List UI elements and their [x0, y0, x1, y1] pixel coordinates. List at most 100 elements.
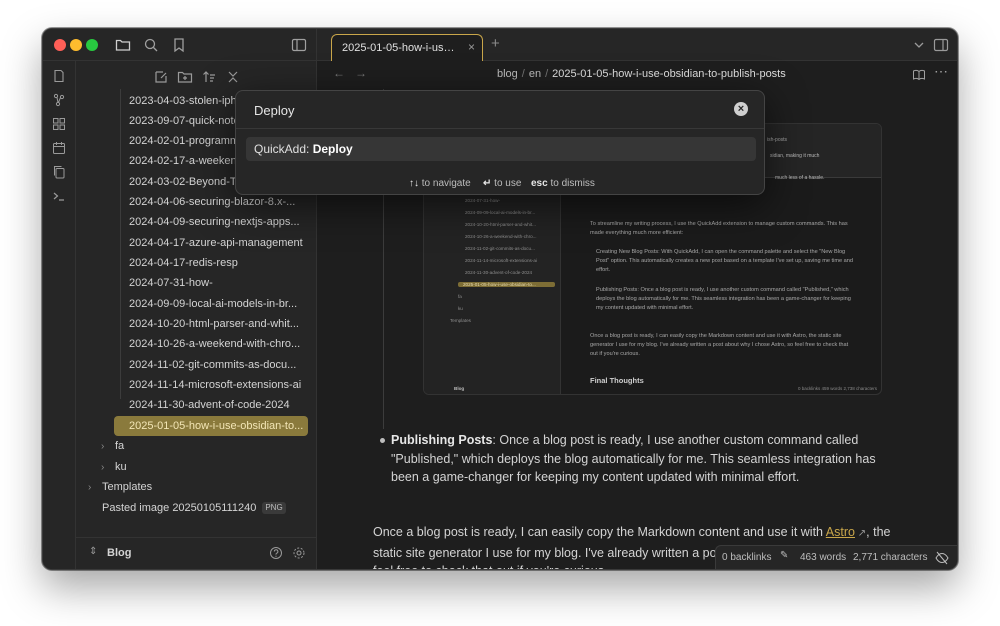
embed-file-active: 2025-01-05-how-i-use-obsidian-to...	[458, 282, 555, 287]
attachment-label: Pasted image 20250105111240	[102, 502, 257, 514]
breadcrumb: blog / en/2025-01-05-how-i-use-obsidian-to…	[497, 68, 786, 80]
embed-tab-label: ish-posts	[767, 137, 788, 143]
files-icon[interactable]	[52, 69, 66, 83]
sidebar-toggle-icon[interactable]	[291, 37, 307, 53]
folder-label: ku	[115, 461, 127, 473]
command-result-quickadd-deploy[interactable]: QuickAdd: Deploy	[246, 137, 756, 161]
file-item[interactable]: 2024-11-14-microsoft-extensions-ai	[129, 375, 309, 395]
edit-pencil-icon[interactable]: ✎	[780, 550, 788, 561]
embed-folder: fa	[458, 294, 462, 299]
maximize-window-button[interactable]	[86, 39, 98, 51]
graph-icon[interactable]	[52, 93, 66, 107]
chevron-right-icon: ›	[88, 482, 92, 493]
reading-view-icon[interactable]	[912, 68, 926, 82]
breadcrumb-en[interactable]: en	[529, 68, 541, 80]
copy-icon[interactable]	[52, 165, 66, 179]
clear-search-icon[interactable]: ×	[734, 102, 748, 116]
ribbon	[43, 61, 76, 569]
grid-icon[interactable]	[52, 117, 66, 131]
sort-icon[interactable]	[201, 69, 217, 85]
file-item[interactable]: 2024-04-09-securing-nextjs-apps...	[129, 212, 309, 232]
chevron-down-icon[interactable]	[911, 37, 927, 53]
embed-paragraph: Once a blog post is ready, I can easily …	[590, 333, 849, 357]
help-text: to use	[494, 178, 522, 189]
astro-link[interactable]: Astro	[826, 525, 855, 539]
paragraph-text: Once a blog post is ready, I can easily …	[373, 525, 826, 539]
word-count: 463 words	[800, 552, 847, 563]
new-tab-button[interactable]: +	[491, 35, 500, 52]
embed-file: 2024-09-09-local-ai-models-in-br...	[465, 210, 536, 215]
embed-text-line: much less of a hassle.	[775, 175, 825, 181]
command-search-input[interactable]	[246, 97, 756, 123]
embed-bullet: Creating New Blog Posts: With QuickAdd, …	[596, 249, 853, 273]
tree-guide-line	[120, 89, 121, 399]
tab-active-note[interactable]: 2025-01-05-how-i-use-... ×	[331, 34, 483, 61]
file-item[interactable]: 2024-07-31-how-	[129, 273, 309, 293]
tab-close-icon[interactable]: ×	[468, 40, 475, 54]
minimize-window-button[interactable]	[70, 39, 82, 51]
right-sidebar-toggle-icon[interactable]	[933, 37, 949, 53]
embed-file: 2024-11-30-advent-of-code-2024	[465, 270, 533, 275]
new-folder-icon[interactable]	[177, 69, 193, 85]
file-item[interactable]: 2024-04-17-azure-api-management	[129, 233, 309, 253]
embed-file: 2024-10-20-html-parser-and-whit...	[465, 222, 536, 227]
new-note-icon[interactable]	[153, 69, 169, 85]
close-window-button[interactable]	[54, 39, 66, 51]
tab-bar: 2025-01-05-how-i-use-... × +	[317, 29, 957, 61]
folder-label: Templates	[102, 481, 153, 493]
back-arrow-icon[interactable]: ←	[333, 66, 345, 80]
enter-key-icon: ↵	[483, 178, 492, 189]
sidebar-titlebar	[43, 29, 317, 61]
folder-icon[interactable]	[115, 37, 131, 53]
help-icon[interactable]	[269, 546, 283, 560]
help-navigate: ↑↓ to navigate	[409, 178, 471, 189]
backlinks-count[interactable]: 0 backlinks	[722, 552, 771, 563]
breadcrumb-separator: /	[545, 68, 549, 80]
embed-file: 2024-07-31-how-	[465, 198, 500, 203]
attachment-item[interactable]: Pasted image 20250105111240 PNG	[102, 498, 286, 518]
file-item[interactable]: 2024-10-20-html-parser-and-whit...	[129, 314, 309, 334]
terminal-icon[interactable]	[52, 189, 66, 203]
folder-ku[interactable]: › ku	[101, 457, 127, 477]
bookmark-icon[interactable]	[171, 37, 187, 53]
file-item-active[interactable]: 2025-01-05-how-i-use-obsidian-to...	[114, 416, 308, 436]
breadcrumb-separator: /	[521, 68, 525, 80]
calendar-icon[interactable]	[52, 141, 66, 155]
embed-intro: To streamline my writing process, I use …	[590, 221, 848, 236]
file-item[interactable]: 2024-11-02-git-commits-as-docu...	[129, 355, 309, 375]
embed-vault: Blog	[454, 386, 465, 391]
folder-fa[interactable]: › fa	[101, 436, 124, 456]
file-item[interactable]: 2024-04-06-securing-blazor-8.x-...	[129, 192, 309, 212]
embed-folder: Templates	[450, 318, 471, 323]
tab-title: 2025-01-05-how-i-use-...	[342, 42, 458, 54]
search-icon[interactable]	[143, 37, 159, 53]
bullet-text: been a game-changer for keeping my conte…	[391, 470, 800, 484]
breadcrumb-blog[interactable]: blog	[497, 68, 518, 80]
bullet-text: "Published," which deploys the blog auto…	[391, 451, 876, 466]
bullet-publishing-posts[interactable]: Publishing Posts: Once a blog post is re…	[391, 431, 891, 487]
settings-gear-icon[interactable]	[292, 546, 306, 560]
result-match: Deploy	[312, 142, 353, 156]
file-item[interactable]: 2024-04-17-redis-resp	[129, 253, 309, 273]
file-type-badge: PNG	[262, 502, 286, 515]
folder-templates[interactable]: › Templates	[88, 477, 152, 497]
file-item[interactable]: 2024-11-30-advent-of-code-2024	[129, 395, 309, 415]
note-header: ← → blog / en/2025-01-05-how-i-use-obsidia…	[317, 61, 957, 87]
embed-file: 2024-11-02-git-commits-as-docu...	[465, 246, 535, 251]
result-prefix: QuickAdd:	[254, 142, 313, 156]
vault-switcher[interactable]: ⇕ Blog	[76, 537, 316, 569]
folder-label: fa	[115, 440, 125, 452]
breadcrumb-current[interactable]: 2025-01-05-how-i-use-obsidian-to-publish…	[552, 68, 786, 80]
arrow-keys-icon: ↑↓	[409, 178, 419, 189]
collapse-all-icon[interactable]	[225, 69, 241, 85]
forward-arrow-icon[interactable]: →	[355, 66, 367, 80]
embed-file: 2024-10-26-a-weekend-with-chro...	[465, 234, 537, 239]
bullet-text: : Once a blog post is ready, I use anoth…	[492, 433, 859, 447]
character-count: 2,771 characters	[853, 552, 928, 563]
file-item[interactable]: 2024-09-09-local-ai-models-in-br...	[129, 294, 309, 314]
help-text: to navigate	[421, 178, 471, 189]
more-options-icon[interactable]: ⋯	[934, 63, 948, 79]
sync-off-icon[interactable]	[935, 551, 949, 565]
palette-divider	[236, 128, 764, 129]
file-item[interactable]: 2024-10-26-a-weekend-with-chro...	[129, 334, 309, 354]
